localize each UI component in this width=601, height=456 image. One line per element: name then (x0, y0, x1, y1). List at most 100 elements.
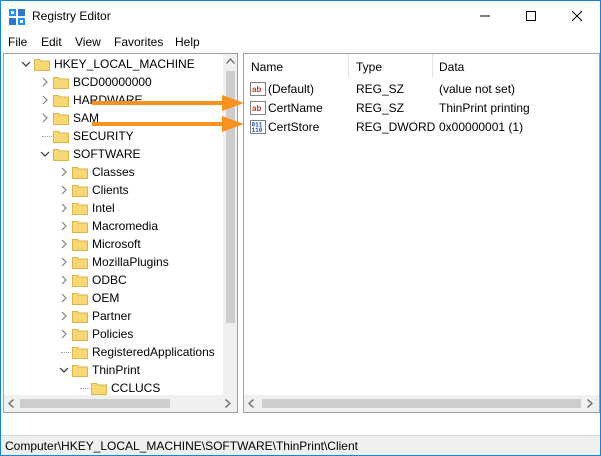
column-divider[interactable] (432, 54, 433, 78)
tree-item-hardware[interactable]: HARDWARE (4, 91, 222, 109)
tree-scroll-thumb[interactable] (226, 71, 235, 323)
folder-icon (72, 185, 88, 197)
folder-icon (72, 203, 88, 215)
folder-icon (53, 131, 69, 143)
tree-item-thinprint[interactable]: ThinPrint (4, 361, 222, 379)
chevron-right-icon[interactable] (59, 310, 69, 322)
tree-item-label: SOFTWARE (73, 147, 141, 161)
tree-item-label: Microsoft (92, 237, 141, 251)
scroll-up-arrow-icon[interactable] (226, 58, 235, 64)
chevron-right-icon[interactable] (59, 166, 69, 178)
menu-bar: File Edit View Favorites Help (1, 32, 600, 52)
minimize-icon (480, 15, 490, 17)
tree-item-sam[interactable]: SAM (4, 109, 222, 127)
value-type: REG_SZ (356, 101, 405, 115)
chevron-right-icon[interactable] (40, 76, 50, 88)
folder-icon (53, 77, 69, 89)
menu-help[interactable]: Help (175, 35, 200, 49)
tree-item-intel[interactable]: Intel (4, 199, 222, 217)
tree-item-mozillaplugins[interactable]: MozillaPlugins (4, 253, 222, 271)
tree-item-microsoft[interactable]: Microsoft (4, 235, 222, 253)
folder-icon (72, 239, 88, 251)
menu-view[interactable]: View (75, 35, 101, 49)
chevron-down-icon[interactable] (40, 148, 50, 160)
chevron-right-icon[interactable] (59, 292, 69, 304)
folder-icon (91, 383, 107, 395)
tree-item-label: SECURITY (73, 129, 134, 143)
column-header-data[interactable]: Data (439, 54, 464, 78)
column-header-name[interactable]: Name (251, 54, 283, 78)
binary-value-icon: 011 110 (250, 120, 266, 134)
chevron-right-icon[interactable] (59, 202, 69, 214)
minimize-button[interactable] (462, 1, 508, 31)
value-name: (Default) (268, 82, 315, 96)
value-row[interactable]: ab CertName REG_SZ ThinPrint printing (244, 98, 599, 117)
svg-text:ab: ab (252, 104, 261, 113)
value-name: CertStore (268, 120, 320, 134)
tree-item-software[interactable]: SOFTWARE (4, 145, 222, 163)
scroll-left-arrow-icon[interactable] (248, 399, 254, 408)
chevron-right-icon[interactable] (59, 256, 69, 268)
registry-editor-window: Registry Editor File Edit View Favorites… (0, 0, 601, 456)
tree-item-label: ODBC (92, 273, 127, 287)
close-button[interactable] (554, 1, 600, 31)
chevron-right-icon[interactable] (59, 328, 69, 340)
registry-key-tree[interactable]: HKEY_LOCAL_MACHINE BCD00000000 HARDWARE SAM… (3, 53, 238, 413)
string-value-icon: ab (250, 82, 266, 96)
folder-icon (53, 149, 69, 161)
list-hscroll-thumb[interactable] (262, 399, 581, 408)
tree-item-classes[interactable]: Classes (4, 163, 222, 181)
tree-hscroll-thumb[interactable] (20, 399, 170, 408)
chevron-right-icon[interactable] (59, 184, 69, 196)
tree-item-security[interactable]: SECURITY (4, 127, 222, 145)
tree-horizontal-scrollbar[interactable] (4, 395, 237, 412)
tree-item-oem[interactable]: OEM (4, 289, 222, 307)
value-data: ThinPrint printing (439, 101, 530, 115)
tree-item-bcd00000000[interactable]: BCD00000000 (4, 73, 222, 91)
tree-item-hkey-local-machine[interactable]: HKEY_LOCAL_MACHINE (4, 55, 222, 73)
column-header-type[interactable]: Type (356, 54, 382, 78)
tree-item-clients[interactable]: Clients (4, 181, 222, 199)
menu-favorites[interactable]: Favorites (114, 35, 163, 49)
value-type: REG_SZ (356, 82, 405, 96)
folder-icon (53, 95, 69, 107)
chevron-right-icon[interactable] (40, 94, 50, 106)
column-divider[interactable] (348, 54, 349, 78)
tree-vertical-scrollbar[interactable] (223, 54, 237, 412)
menu-file[interactable]: File (8, 35, 27, 49)
values-list[interactable]: Name Type Data ab (Default) REG_SZ (valu… (243, 53, 600, 413)
tree-item-label: Intel (92, 201, 115, 215)
value-row[interactable]: ab (Default) REG_SZ (value not set) (244, 79, 599, 98)
list-horizontal-scrollbar[interactable] (244, 395, 599, 412)
tree-item-label: RegisteredApplications (92, 345, 215, 359)
tree-connector-line (42, 136, 52, 137)
value-row[interactable]: 011 110 CertStore REG_DWORD 0x00000001 (… (244, 117, 599, 136)
menu-edit[interactable]: Edit (41, 35, 62, 49)
maximize-button[interactable] (508, 1, 554, 31)
chevron-down-icon[interactable] (59, 364, 69, 376)
chevron-right-icon[interactable] (59, 238, 69, 250)
chevron-right-icon[interactable] (59, 220, 69, 232)
folder-icon (72, 167, 88, 179)
title-bar[interactable]: Registry Editor (1, 1, 600, 31)
tree-item-macromedia[interactable]: Macromedia (4, 217, 222, 235)
scroll-right-arrow-icon[interactable] (225, 399, 231, 408)
tree-item-policies[interactable]: Policies (4, 325, 222, 343)
chevron-right-icon[interactable] (59, 274, 69, 286)
tree-item-label: Macromedia (92, 219, 159, 233)
tree-item-label: Policies (92, 327, 134, 341)
scroll-right-arrow-icon[interactable] (587, 399, 593, 408)
tree-item-label: SAM (73, 111, 100, 125)
folder-icon (72, 329, 88, 341)
tree-item-partner[interactable]: Partner (4, 307, 222, 325)
tree-item-registeredapplications[interactable]: RegisteredApplications (4, 343, 222, 361)
chevron-right-icon[interactable] (40, 112, 50, 124)
folder-icon (72, 311, 88, 323)
tree-item-label: MozillaPlugins (92, 255, 169, 269)
tree-item-odbc[interactable]: ODBC (4, 271, 222, 289)
folder-icon (34, 59, 50, 71)
tree-item-label: HARDWARE (73, 93, 143, 107)
chevron-down-icon[interactable] (21, 58, 31, 70)
scroll-left-arrow-icon[interactable] (8, 399, 14, 408)
folder-icon (72, 275, 88, 287)
